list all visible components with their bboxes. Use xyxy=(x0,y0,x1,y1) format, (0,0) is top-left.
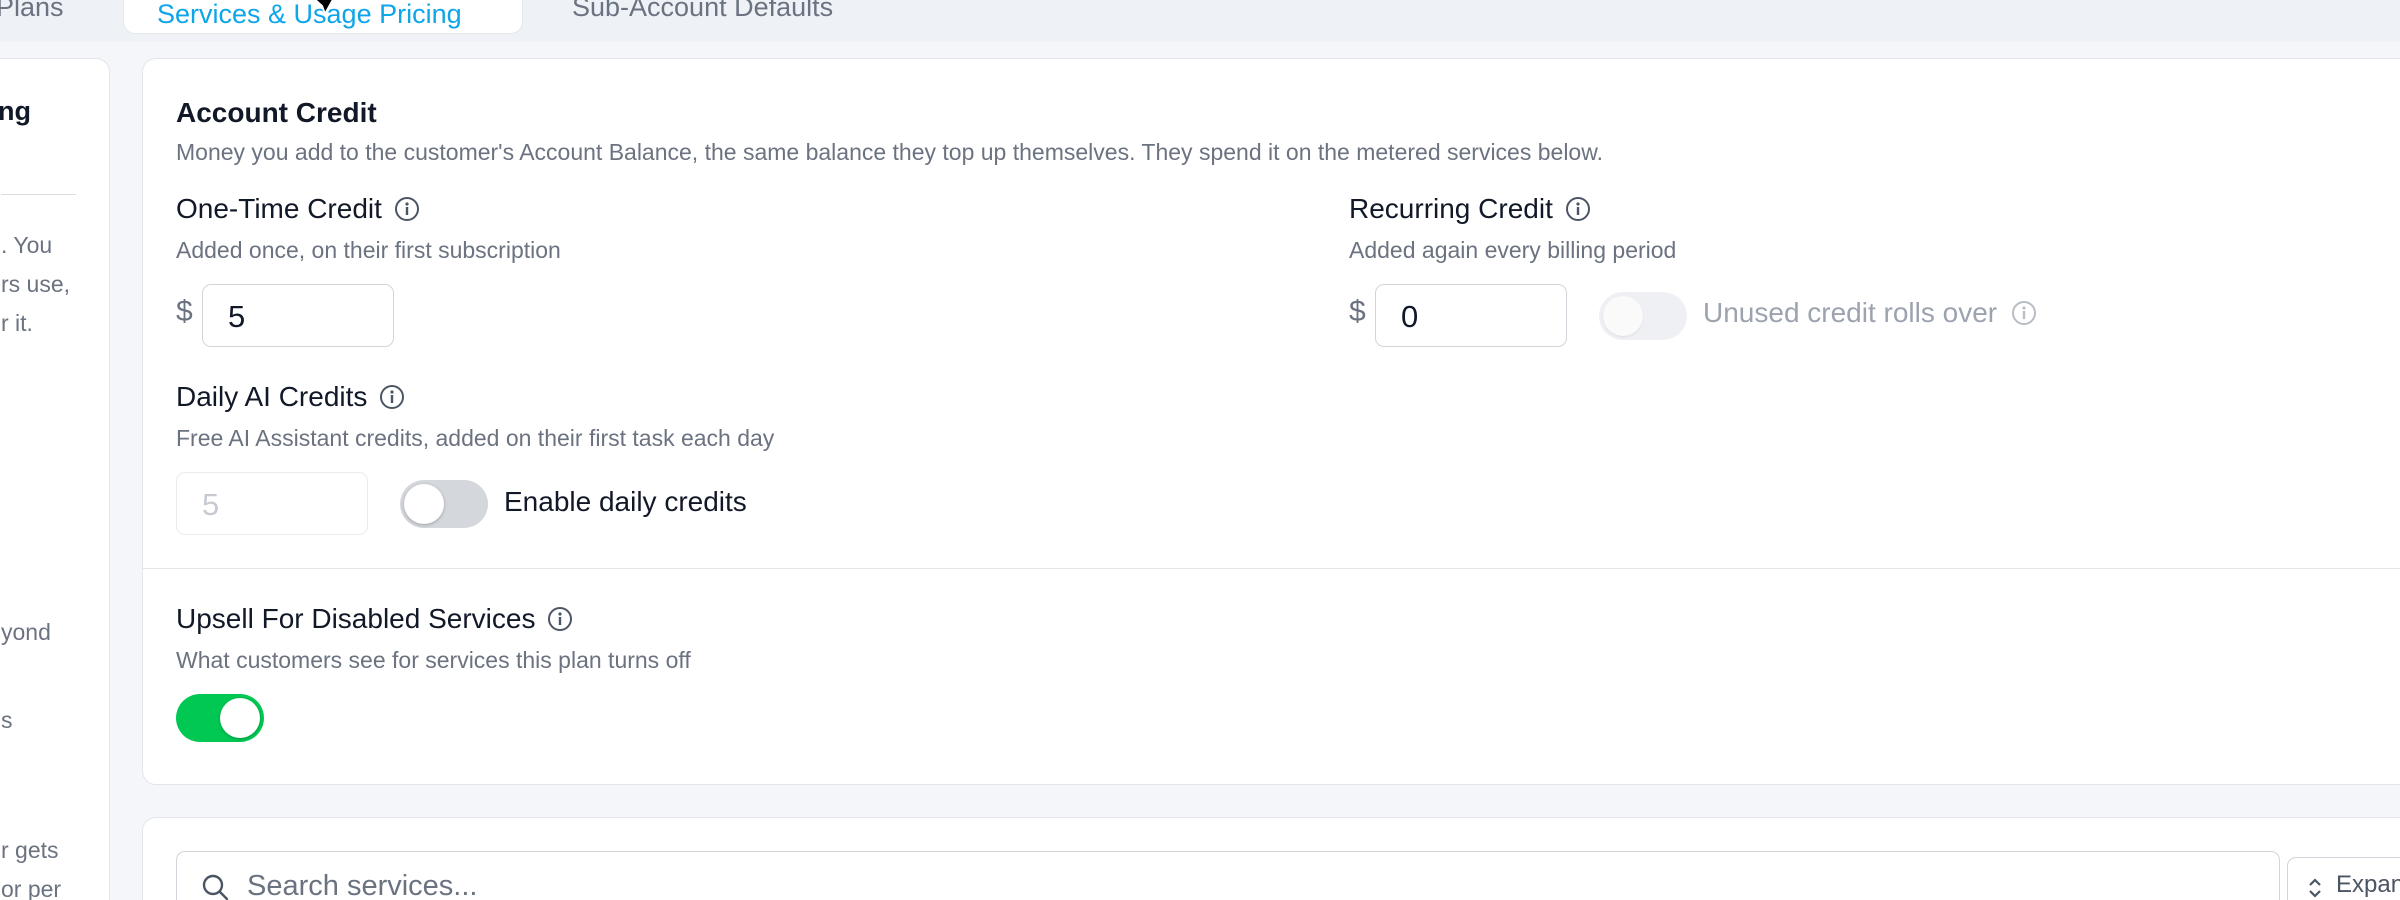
services-search-card xyxy=(142,817,2400,900)
rollover-label: Unused credit rolls over xyxy=(1703,297,1998,328)
info-icon[interactable] xyxy=(379,384,405,410)
chevron-up-down-icon xyxy=(2309,878,2321,898)
tab-plans[interactable]: Plans xyxy=(0,0,64,23)
left-panel-title: ng xyxy=(0,96,31,126)
currency-symbol: $ xyxy=(1349,295,1366,328)
daily-ai-credits-input[interactable]: 5 xyxy=(176,472,368,535)
left-panel-divider xyxy=(1,194,76,195)
account-credit-description: Money you add to the customer's Account … xyxy=(176,139,1603,165)
recurring-credit-input[interactable]: 0 xyxy=(1375,284,1567,347)
info-icon[interactable] xyxy=(394,196,420,222)
search-box[interactable] xyxy=(176,851,2280,900)
left-panel-line: or per xyxy=(1,876,62,900)
account-credit-title: Account Credit xyxy=(176,97,377,128)
credit-settings-card: Account Credit Money you add to the cust… xyxy=(142,58,2400,785)
recurring-credit-description: Added again every billing period xyxy=(1349,237,1677,263)
enable-daily-credits-toggle[interactable] xyxy=(400,480,488,528)
daily-ai-credits-label: Daily AI Credits xyxy=(176,381,368,412)
info-icon[interactable] xyxy=(547,606,573,632)
upsell-heading: Upsell For Disabled Services xyxy=(176,603,573,635)
left-panel-line: r gets xyxy=(1,837,59,863)
rollover-toggle[interactable] xyxy=(1599,292,1687,340)
expand-all-button[interactable]: Expan xyxy=(2287,857,2400,900)
left-panel-line: s xyxy=(1,707,13,733)
left-info-panel: ng . You rs use, r it. yond s r gets or … xyxy=(0,58,110,900)
info-icon[interactable] xyxy=(1565,196,1591,222)
section-divider xyxy=(143,568,2400,569)
left-panel-line: yond xyxy=(1,619,51,645)
daily-ai-credits-heading: Daily AI Credits xyxy=(176,381,405,413)
one-time-credit-heading: One-Time Credit xyxy=(176,193,420,225)
one-time-credit-description: Added once, on their first subscription xyxy=(176,237,561,263)
currency-symbol: $ xyxy=(176,295,193,328)
rollover-row: Unused credit rolls over xyxy=(1703,297,2037,329)
one-time-credit-label: One-Time Credit xyxy=(176,193,382,224)
left-panel-line: rs use, xyxy=(1,271,71,297)
upsell-toggle[interactable] xyxy=(176,694,264,742)
left-panel-line: . You xyxy=(1,232,53,258)
upsell-description: What customers see for services this pla… xyxy=(176,647,691,673)
recurring-credit-label: Recurring Credit xyxy=(1349,193,1553,224)
tab-bar: Plans Services & Usage Pricing Sub-Accou… xyxy=(0,0,2400,42)
search-icon xyxy=(202,874,229,900)
left-panel-line: r it. xyxy=(1,310,33,336)
enable-daily-credits-label: Enable daily credits xyxy=(504,486,747,517)
upsell-label: Upsell For Disabled Services xyxy=(176,603,536,634)
one-time-credit-input[interactable]: 5 xyxy=(202,284,394,347)
recurring-credit-heading: Recurring Credit xyxy=(1349,193,1591,225)
info-icon[interactable] xyxy=(2011,300,2037,326)
expand-all-label: Expan xyxy=(2336,871,2400,898)
tab-sub-account-defaults[interactable]: Sub-Account Defaults xyxy=(572,0,833,23)
daily-ai-credits-description: Free AI Assistant credits, added on thei… xyxy=(176,425,775,451)
cursor-icon xyxy=(313,0,334,17)
search-input[interactable] xyxy=(247,866,2147,900)
